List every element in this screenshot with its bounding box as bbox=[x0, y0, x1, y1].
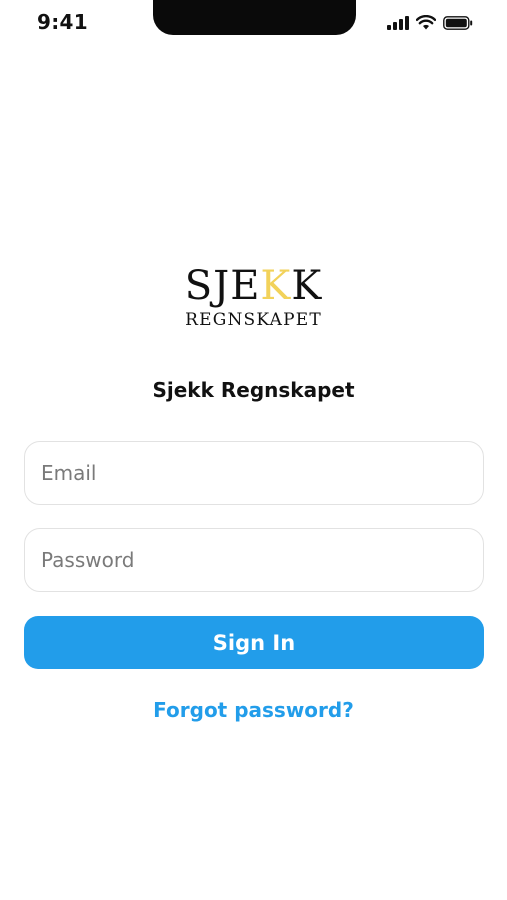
status-time: 9:41 bbox=[37, 10, 88, 34]
logo-letters: SJE bbox=[184, 263, 261, 309]
status-icons bbox=[387, 15, 473, 30]
logo-wordmark: SJEKK bbox=[0, 262, 507, 310]
logo-letters-end: K bbox=[291, 263, 323, 309]
sign-in-button[interactable]: Sign In bbox=[24, 616, 484, 669]
device-notch bbox=[153, 0, 356, 35]
email-field[interactable] bbox=[24, 441, 484, 505]
wifi-icon bbox=[416, 15, 436, 30]
password-field[interactable] bbox=[24, 528, 484, 592]
logo-accent-letter: K bbox=[260, 263, 292, 309]
status-bar: 9:41 bbox=[0, 0, 507, 46]
cellular-signal-icon bbox=[387, 15, 409, 30]
app-title: Sjekk Regnskapet bbox=[152, 378, 355, 402]
battery-icon bbox=[443, 15, 473, 30]
app-logo: SJEKK REGNSKAPET bbox=[0, 262, 507, 330]
logo-subtitle: REGNSKAPET bbox=[185, 310, 322, 330]
forgot-password-link[interactable]: Forgot password? bbox=[0, 698, 507, 722]
